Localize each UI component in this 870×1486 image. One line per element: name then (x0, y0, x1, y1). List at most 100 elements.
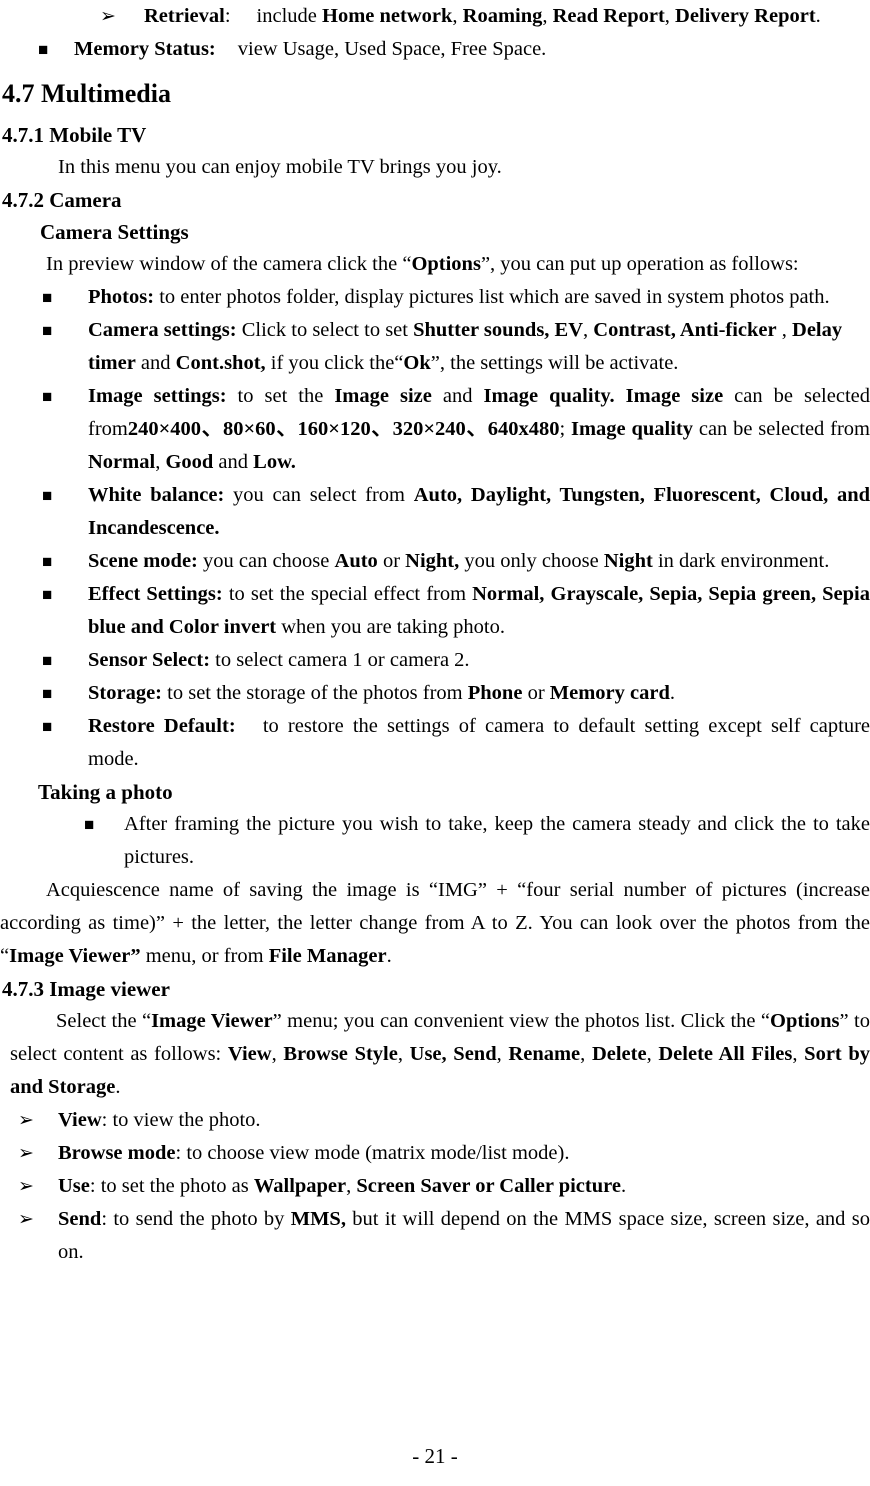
retrieval-plain-5: . (815, 5, 821, 27)
heading-multimedia: 4.7 Multimedia (2, 79, 171, 108)
image-viewer-intro: Select the “Image Viewer” menu; you can … (0, 1005, 870, 1104)
camera-intro-options-label: Options (411, 253, 481, 275)
camera-intro: In preview window of the camera click th… (0, 248, 870, 281)
retrieval-bold-3: Read Report (552, 5, 665, 27)
heading-image-viewer: 4.7.3 Image viewer (2, 977, 170, 1001)
sm-b2: Night, (405, 550, 460, 572)
iv-p1: Select the “ (56, 1010, 152, 1032)
iv-p10: . (115, 1076, 121, 1098)
photos-body: to enter photos folder, display pictures… (154, 286, 830, 308)
list-item-effect-settings: ■ Effect Settings: to set the special ef… (0, 578, 870, 644)
retrieval-plain-1: include (256, 5, 322, 27)
use-b1: Wallpaper (253, 1175, 347, 1197)
taking-photo-text: After framing the picture you wish to ta… (124, 813, 870, 868)
list-item-sensor-select: ■ Sensor Select: to select camera 1 or c… (0, 644, 870, 677)
is-b6: Good (165, 451, 214, 473)
square-bullet-icon: ■ (42, 552, 53, 571)
retrieval-bold-4: Delivery Report (675, 5, 816, 27)
white-balance-text: White balance: you can select from Auto,… (88, 479, 870, 545)
list-item-storage: ■ Storage: to set the storage of the pho… (0, 677, 870, 710)
sm-p3: you only choose (459, 550, 604, 572)
list-item-retrieval: ➢ Retrieval: include Home network, Roamin… (0, 0, 870, 33)
memory-status-text: Memory Status: view Usage, Used Space, Fr… (74, 33, 870, 66)
send-label: Send (58, 1208, 102, 1230)
retrieval-plain-4: , (664, 5, 670, 27)
cs-p6: ”, the settings will be activate. (430, 352, 679, 374)
use-p1: : to set the photo as (89, 1175, 254, 1197)
image-settings-text: Image settings: to set the Image size an… (88, 380, 870, 479)
cs-p3: , (776, 319, 793, 341)
sensor-select-label: Sensor Select: (88, 649, 211, 671)
use-p2: , (346, 1175, 357, 1197)
square-bullet-icon: ■ (42, 585, 53, 604)
square-bullet-icon: ■ (42, 684, 53, 703)
use-p3: . (620, 1175, 627, 1197)
cs-b5: Ok (403, 352, 431, 374)
send-text: Send: to send the photo by MMS, but it w… (58, 1203, 870, 1269)
square-bullet-icon: ■ (42, 717, 53, 736)
st-p1: to set the storage of the photos from (162, 682, 468, 704)
iv-b3: View (227, 1043, 272, 1065)
cs-p5: if you click the“ (265, 352, 404, 374)
is-p5: can be selected from (693, 418, 870, 440)
iv-b2: Options (770, 1010, 840, 1032)
scene-mode-text: Scene mode: you can choose Auto or Night… (88, 545, 870, 578)
cs-b4: Cont.shot, (175, 352, 266, 374)
iv-p6: , (496, 1043, 509, 1065)
is-p7: and (213, 451, 254, 473)
retrieval-text: Retrieval: include Home network, Roaming,… (144, 0, 870, 33)
is-p1: to set the (226, 385, 335, 407)
document-page: ➢ Retrieval: include Home network, Roamin… (0, 0, 870, 1486)
mobile-tv-body: In this menu you can enjoy mobile TV bri… (58, 156, 502, 178)
iv-b1: Image Viewer (151, 1010, 273, 1032)
scene-mode-label: Scene mode: (88, 550, 198, 572)
is-b3-sizes: 240×400、80×60、160×120、320×240、640x480 (127, 418, 560, 440)
wb-p1: you can select from (224, 484, 414, 506)
ss-p1: to select camera 1 or camera 2. (210, 649, 470, 671)
retrieval-label: Retrieval (144, 5, 225, 27)
iv-b5: Use, Send (409, 1043, 497, 1065)
retrieval-plain-2: , (452, 5, 463, 27)
square-bullet-icon: ■ (84, 815, 95, 834)
sm-b3: Night (603, 550, 653, 572)
list-item-white-balance: ■ White balance: you can select from Aut… (0, 479, 870, 545)
image-settings-label: Image settings: (88, 385, 227, 407)
restore-default-label: Restore Default: (88, 715, 236, 737)
is-p4: ; (559, 418, 571, 440)
arrow-bullet-icon: ➢ (18, 1110, 34, 1131)
list-item-camera-settings: ■ Camera settings: Click to select to se… (0, 314, 870, 380)
sensor-select-text: Sensor Select: to select camera 1 or cam… (88, 644, 870, 677)
retrieval-sep: : (224, 5, 231, 27)
effect-settings-label: Effect Settings: (88, 583, 223, 605)
photos-text: Photos: to enter photos folder, display … (88, 281, 870, 314)
storage-label: Storage: (88, 682, 163, 704)
browse-mode-label: Browse mode (58, 1142, 176, 1164)
iv-p4: , (271, 1043, 284, 1065)
heading-camera: 4.7.2 Camera (2, 188, 122, 212)
iv-p8: , (646, 1043, 659, 1065)
camera-settings-label: Camera settings: (88, 319, 237, 341)
es-p1: to set the special effect from (222, 583, 473, 605)
list-item-scene-mode: ■ Scene mode: you can choose Auto or Nig… (0, 545, 870, 578)
cs-b2: Contrast, Anti-ficker (593, 319, 777, 341)
cs-p2: , (583, 319, 594, 341)
is-b2: Image quality. Image size (483, 385, 724, 407)
sm-p2: or (377, 550, 406, 572)
iv-p2: ” menu; you can convenient view the phot… (272, 1010, 771, 1032)
camera-intro-part-2: ”, you can put up operation as follows: (480, 253, 799, 275)
list-item-restore-default: ■ Restore Default: to restore the settin… (0, 710, 870, 776)
sm-p4: in dark environment. (652, 550, 830, 572)
list-item-view: ➢ View: to view the photo. (0, 1104, 870, 1137)
iv-b8: Delete All Files (658, 1043, 793, 1065)
is-b4: Image quality (571, 418, 694, 440)
square-bullet-icon: ■ (42, 321, 53, 340)
list-item-photos: ■ Photos: to enter photos folder, displa… (0, 281, 870, 314)
is-b5: Normal (88, 451, 156, 473)
heading-mobile-tv: 4.7.1 Mobile TV (2, 123, 147, 147)
acq-b2: File Manager (268, 945, 387, 967)
acquiescence-paragraph: Acquiescence name of saving the image is… (0, 874, 870, 973)
browse-mode-body: : to choose view mode (matrix mode/list … (175, 1142, 570, 1164)
iv-p7: , (580, 1043, 592, 1065)
acq-p2: menu, or from (140, 945, 269, 967)
iv-p5: , (397, 1043, 410, 1065)
